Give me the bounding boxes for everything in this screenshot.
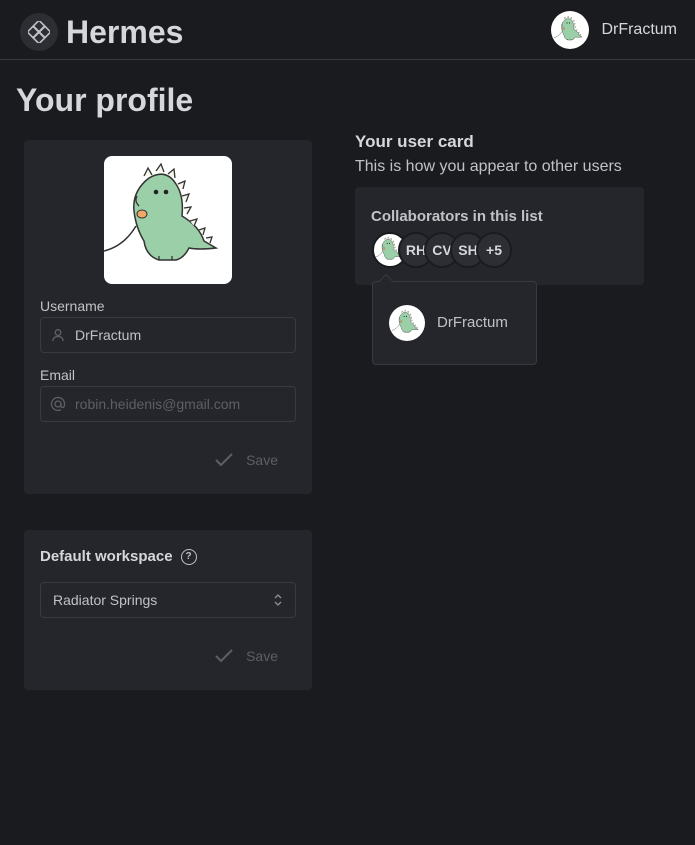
user-card-title: Your user card	[355, 132, 474, 151]
app-title[interactable]: Hermes	[66, 13, 183, 51]
workspace-select[interactable]: Radiator Springs	[40, 582, 296, 618]
dinosaur-avatar-icon	[554, 14, 586, 46]
user-avatar[interactable]	[551, 11, 590, 49]
hermes-logo-icon[interactable]	[20, 13, 58, 51]
dinosaur-avatar-icon	[104, 156, 232, 284]
profile-card: Username DrFractum Email robin.heidenis@…	[24, 140, 312, 494]
collaborators-title: Collaborators in this list	[371, 208, 543, 225]
popover-avatar	[389, 305, 425, 341]
username-value: DrFractum	[75, 327, 142, 343]
email-field[interactable]: robin.heidenis@gmail.com	[40, 386, 296, 422]
header-username[interactable]: DrFractum	[601, 21, 677, 39]
check-icon	[215, 649, 233, 663]
workspace-card: Default workspace ? Radiator Springs Sav…	[24, 530, 312, 690]
workspace-save-label: Save	[246, 648, 278, 664]
profile-save-button[interactable]: Save	[214, 445, 278, 475]
dinosaur-avatar-icon	[392, 308, 422, 338]
user-icon	[41, 328, 75, 342]
collaborator-popover: DrFractum	[372, 273, 537, 365]
collaborators-card: Collaborators in this list RH CV SH +5	[355, 187, 644, 285]
profile-save-label: Save	[246, 452, 278, 468]
username-field[interactable]: DrFractum	[40, 317, 296, 353]
username-label: Username	[40, 298, 105, 314]
workspace-selected: Radiator Springs	[53, 592, 158, 608]
user-menu[interactable]: DrFractum	[551, 11, 677, 49]
profile-picture[interactable]	[104, 156, 232, 284]
check-icon	[215, 453, 233, 467]
user-card-subtitle: This is how you appear to other users	[355, 158, 622, 175]
workspace-title-row: Default workspace ?	[40, 548, 197, 565]
help-icon[interactable]: ?	[180, 548, 197, 565]
workspace-save-button[interactable]: Save	[214, 641, 278, 671]
workspace-title: Default workspace	[40, 548, 173, 565]
collaborators-more[interactable]: +5	[476, 232, 512, 268]
chevron-up-down-icon	[274, 594, 282, 606]
popover-username: DrFractum	[437, 314, 508, 331]
at-sign-icon	[41, 396, 75, 412]
email-label: Email	[40, 367, 76, 383]
header: Hermes DrFractum	[0, 0, 695, 60]
page-title: Your profile	[16, 82, 194, 118]
email-placeholder: robin.heidenis@gmail.com	[75, 396, 241, 412]
